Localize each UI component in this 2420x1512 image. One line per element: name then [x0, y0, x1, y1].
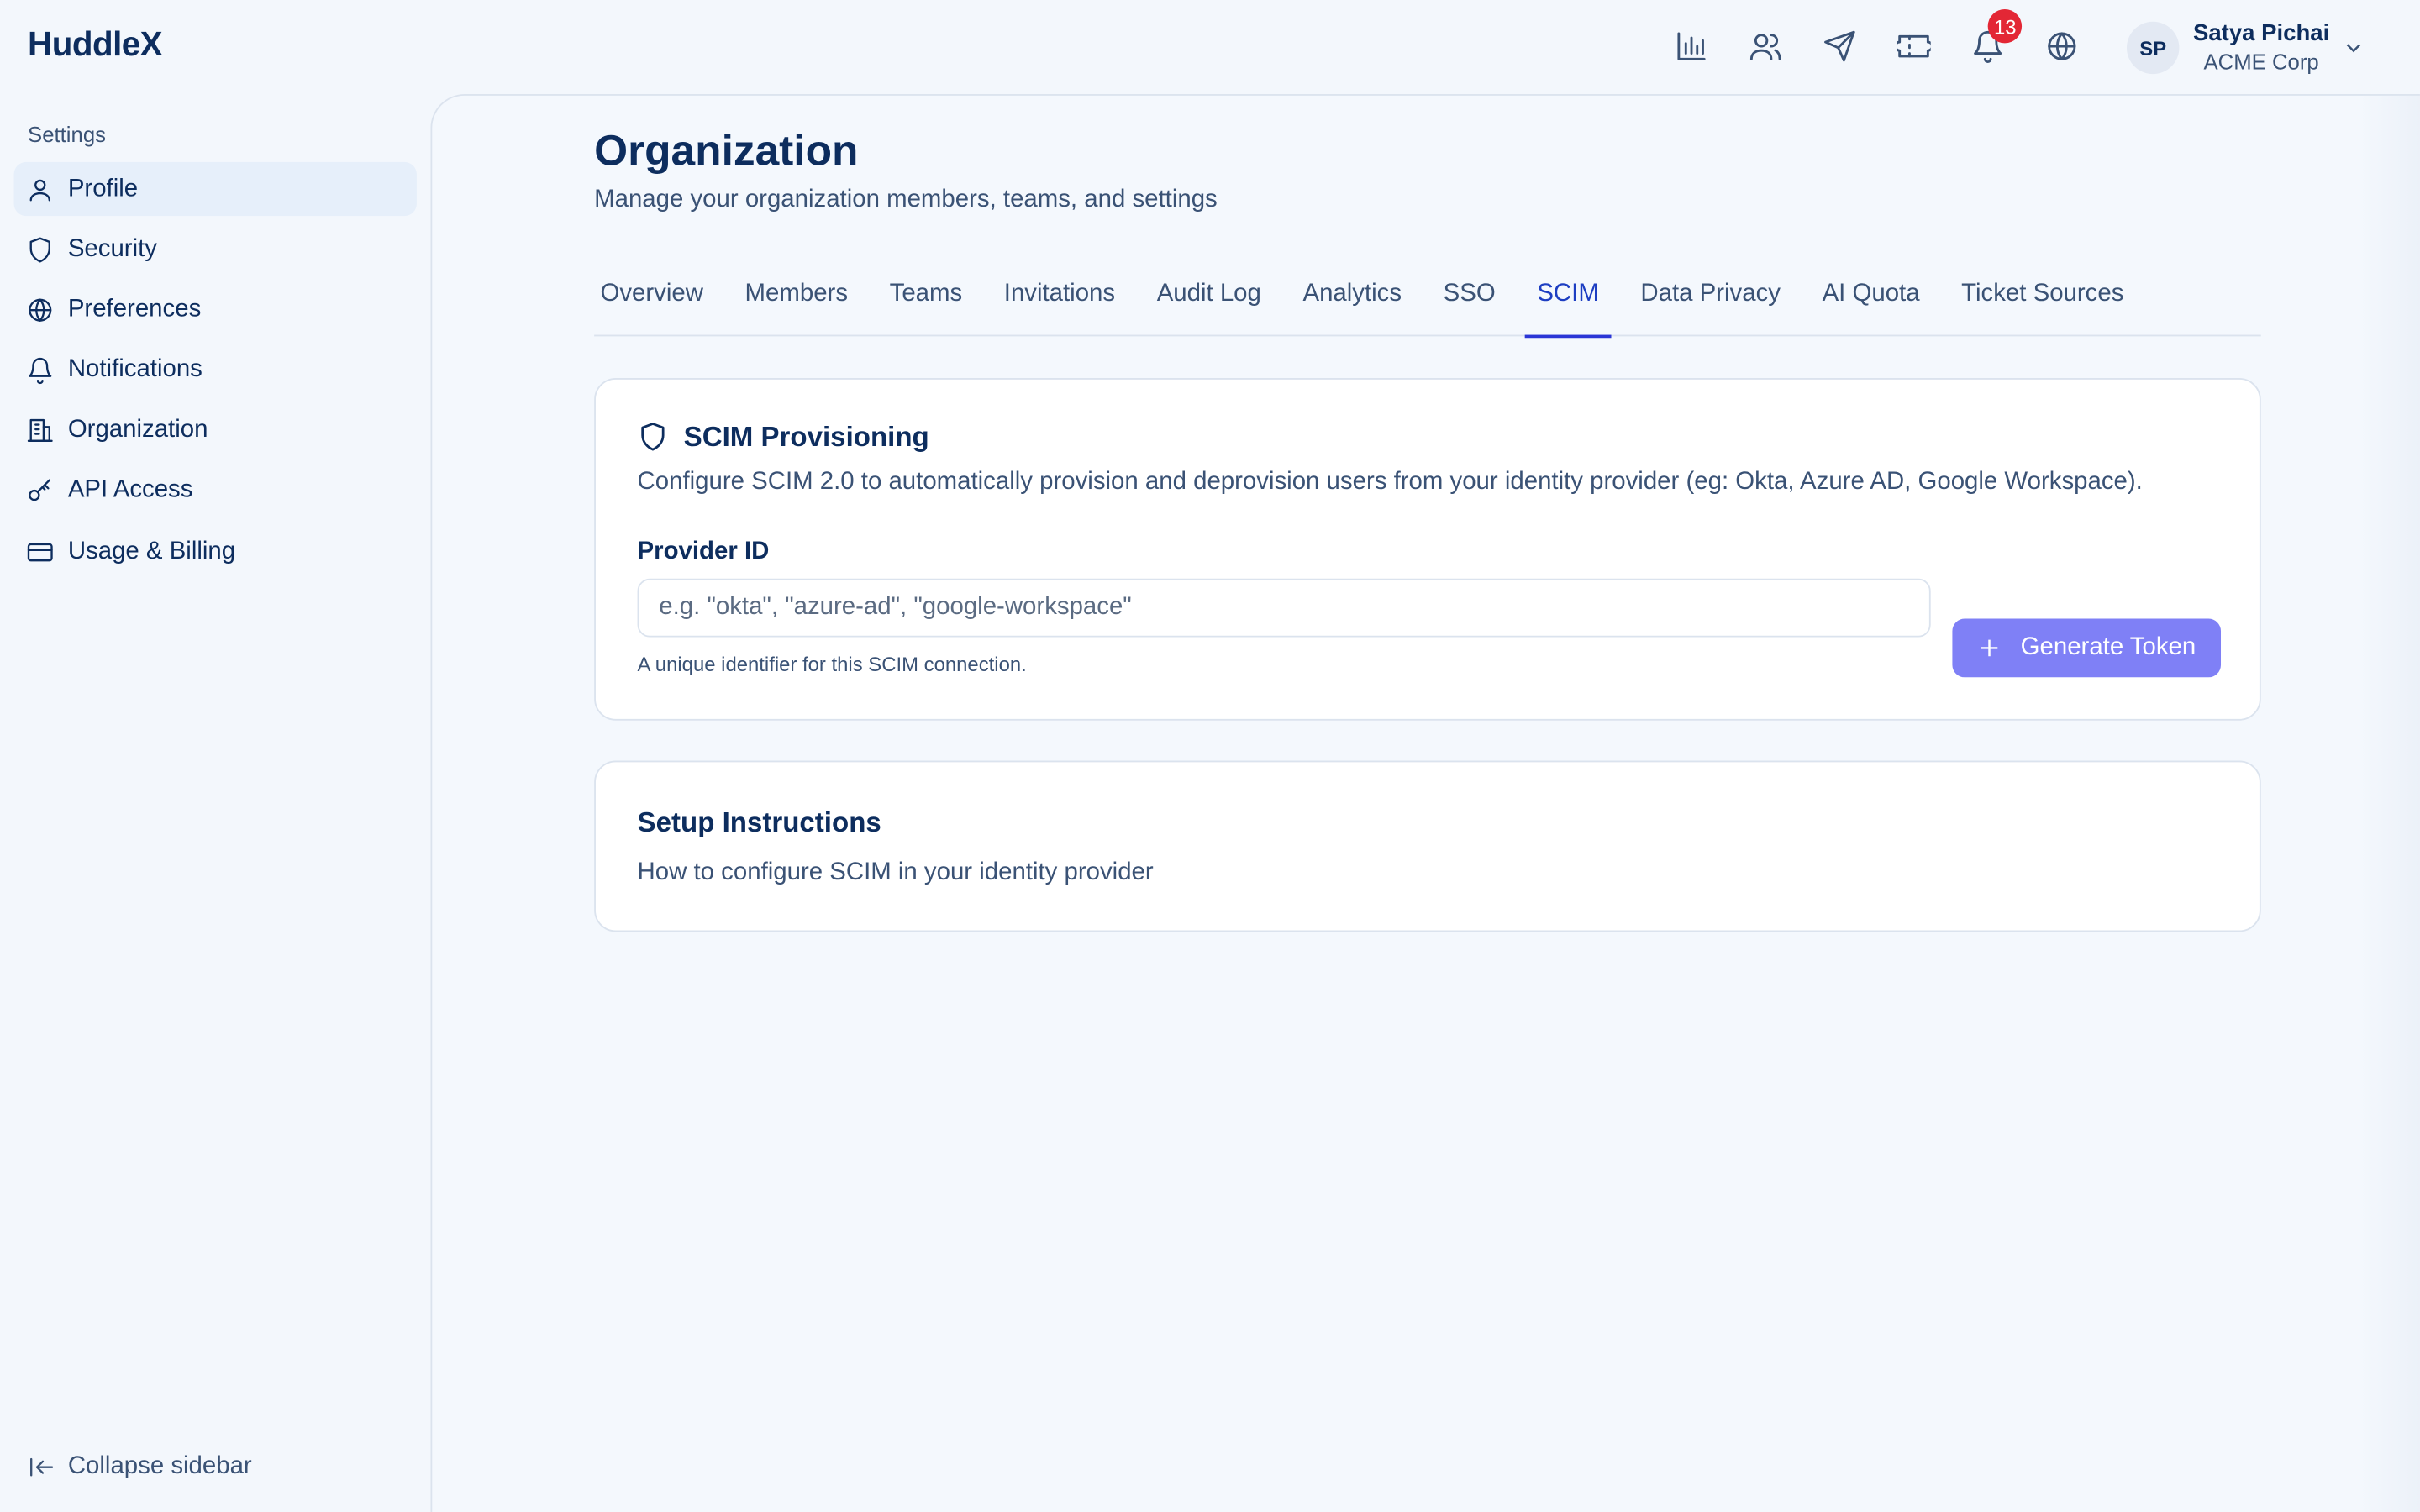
sidebar-item-label: Preferences: [67, 296, 202, 323]
tab-data-privacy[interactable]: Data Privacy: [1634, 265, 1786, 336]
users-icon[interactable]: [1728, 24, 1802, 67]
tab-audit-log[interactable]: Audit Log: [1150, 265, 1267, 336]
collapse-arrow-icon: [30, 1457, 54, 1477]
key-icon: [29, 480, 50, 502]
tab-sso[interactable]: SSO: [1437, 265, 1502, 336]
bell-icon: [29, 358, 52, 385]
globe-icon[interactable]: [2025, 24, 2099, 67]
building-icon: [27, 419, 53, 443]
sidebar-item-security[interactable]: Security: [14, 223, 417, 276]
provider-id-input[interactable]: [637, 578, 1931, 638]
card-description: Configure SCIM 2.0 to automatically prov…: [637, 469, 2143, 496]
header-toolbar: 13: [1655, 9, 2099, 67]
card-header: SCIM Provisioning: [638, 420, 929, 454]
provider-id-help: A unique identifier for this SCIM connec…: [637, 652, 1027, 676]
tab-analytics[interactable]: Analytics: [1297, 265, 1407, 336]
sidebar-item-preferences[interactable]: Preferences: [14, 283, 417, 337]
credit-card-icon: [27, 543, 53, 561]
org-tabs: Overview Members Teams Invitations Audit…: [594, 265, 2261, 339]
setup-instructions-card: Setup Instructions How to configure SCIM…: [594, 760, 2261, 932]
tab-overview[interactable]: Overview: [594, 265, 709, 336]
globe-icon: [29, 298, 52, 322]
sidebar-item-label: Notifications: [67, 356, 203, 383]
user-info: Satya Pichai ACME Corp: [2193, 18, 2329, 77]
user-name: Satya Pichai: [2192, 19, 2330, 47]
chevron-down-icon: [2347, 44, 2361, 53]
shield-icon: [641, 423, 665, 451]
tab-members[interactable]: Members: [739, 265, 854, 336]
tab-ticket-sources[interactable]: Ticket Sources: [1955, 265, 2130, 336]
sidebar-item-profile[interactable]: Profile: [13, 161, 417, 217]
card-title: SCIM Provisioning: [683, 420, 929, 452]
generate-token-button[interactable]: Generate Token: [1952, 618, 2222, 678]
tab-invitations[interactable]: Invitations: [997, 265, 1121, 336]
sidebar-item-label: Profile: [67, 175, 139, 202]
setup-title: Setup Instructions: [637, 806, 881, 838]
user-org: ACME Corp: [2203, 49, 2319, 75]
sidebar-item-organization[interactable]: Organization: [14, 404, 417, 458]
sidebar-nav: Profile Security Preferences Notificatio…: [13, 161, 417, 585]
sidebar-section-label: Settings: [28, 122, 106, 147]
generate-token-label: Generate Token: [2020, 633, 2196, 661]
bell-icon[interactable]: 13: [1951, 9, 2025, 67]
main-panel: Organization Manage your organization me…: [430, 94, 2420, 1512]
sidebar-item-label: API Access: [67, 477, 193, 504]
sidebar-item-label: Usage & Billing: [67, 538, 236, 564]
collapse-sidebar-label: Collapse sidebar: [67, 1453, 252, 1480]
page-title: Organization: [594, 126, 859, 175]
sidebar-item-usage-billing[interactable]: Usage & Billing: [14, 525, 417, 579]
tab-teams[interactable]: Teams: [883, 265, 968, 336]
avatar: SP: [2126, 21, 2180, 75]
ticket-icon[interactable]: [1876, 24, 1950, 67]
setup-description: How to configure SCIM in your identity p…: [637, 859, 1154, 886]
provider-id-label: Provider ID: [637, 538, 770, 565]
plus-icon: [1981, 639, 1998, 657]
app-logo[interactable]: HuddleX: [28, 24, 163, 65]
shield-icon: [29, 237, 50, 262]
page-subtitle: Manage your organization members, teams,…: [594, 186, 1218, 213]
send-icon[interactable]: [1802, 24, 1876, 67]
user-menu[interactable]: SP Satya Pichai ACME Corp: [2126, 18, 2366, 77]
analytics-icon[interactable]: [1655, 24, 1728, 67]
sidebar: Settings Profile Security Preferences No…: [0, 96, 430, 1512]
user-icon: [29, 178, 50, 201]
sidebar-item-notifications[interactable]: Notifications: [14, 344, 417, 397]
scim-provisioning-card: SCIM Provisioning Configure SCIM 2.0 to …: [594, 377, 2261, 721]
sidebar-item-label: Security: [67, 235, 157, 262]
sidebar-item-label: Organization: [67, 417, 208, 444]
tab-ai-quota[interactable]: AI Quota: [1816, 265, 1926, 336]
tab-scim[interactable]: SCIM: [1524, 265, 1612, 339]
collapse-sidebar-button[interactable]: Collapse sidebar: [28, 1453, 252, 1481]
notification-count-badge: 13: [1987, 9, 2023, 44]
sidebar-item-api-access[interactable]: API Access: [14, 465, 417, 518]
